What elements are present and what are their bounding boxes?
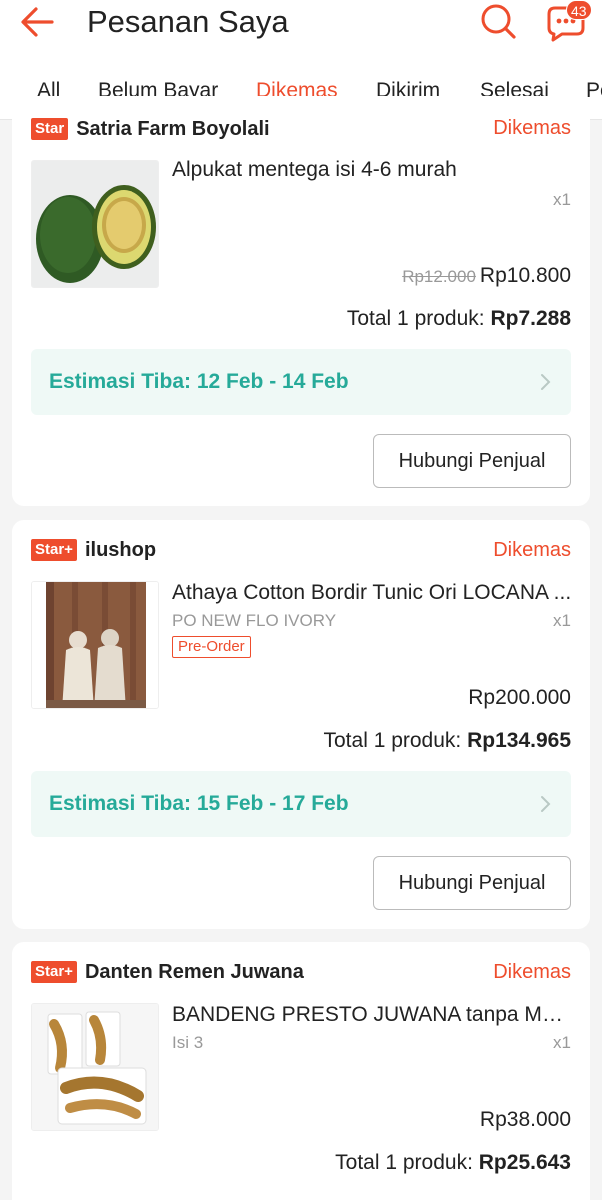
shop-row[interactable]: Star+ Danten Remen Juwana	[31, 959, 304, 985]
pre-order-tag: Pre-Order	[172, 636, 251, 658]
total-label: Total 1 produk:	[335, 1151, 479, 1174]
search-icon	[481, 4, 516, 39]
product-image[interactable]	[31, 160, 159, 288]
product-variant: Isi 3	[172, 1033, 204, 1052]
order-total: Total 1 produk: Rp25.643	[335, 1151, 571, 1175]
order-card[interactable]: Star Satria Farm Boyolali Dikemas Alpuka…	[12, 96, 590, 506]
tunic-image	[32, 582, 158, 708]
product-name: Athaya Cotton Bordir Tunic Ori LOCANA ..…	[172, 581, 572, 604]
product-price: Rp10.800	[479, 264, 571, 287]
product-qty: x1	[553, 1033, 571, 1052]
contact-seller-button[interactable]: Hubungi Penjual	[373, 434, 571, 488]
product-price: Rp38.000	[479, 1108, 571, 1131]
order-card[interactable]: Star+ Danten Remen Juwana Dikemas BANDEN…	[12, 942, 590, 1200]
order-card[interactable]: Star+ ilushop Dikemas Athaya Cotton Bord…	[12, 520, 590, 929]
shop-name: Satria Farm Boyolali	[76, 117, 270, 140]
estimated-arrival[interactable]: Estimasi Tiba: 12 Feb - 14 Feb	[31, 349, 571, 415]
total-value: Rp134.965	[467, 729, 571, 752]
product-name: Alpukat mentega isi 4-6 murah	[172, 158, 457, 181]
price-row: Rp12.000 Rp10.800	[402, 264, 571, 288]
shop-name: Danten Remen Juwana	[84, 960, 304, 983]
star-plus-badge: Star+	[31, 961, 77, 983]
total-label: Total 1 produk:	[346, 307, 491, 330]
contact-seller-button[interactable]: Hubungi Penjual	[373, 856, 571, 910]
star-plus-badge: Star+	[31, 539, 77, 561]
shop-row[interactable]: Star Satria Farm Boyolali	[31, 116, 270, 142]
order-total: Total 1 produk: Rp134.965	[324, 729, 572, 753]
product-image[interactable]	[31, 581, 159, 709]
product-name: BANDENG PRESTO JUWANA tanpa MS...	[172, 1003, 572, 1026]
product-variant: PO NEW FLO IVORY	[172, 611, 337, 630]
shop-name: ilushop	[84, 538, 157, 561]
chat-unread-badge: 43	[566, 0, 592, 20]
bandeng-image	[32, 1004, 158, 1130]
estimated-arrival[interactable]: Estimasi Tiba: 15 Feb - 17 Feb	[31, 771, 571, 837]
order-status: Dikemas	[493, 117, 571, 139]
order-status: Dikemas	[493, 961, 571, 983]
total-label: Total 1 produk:	[323, 729, 468, 752]
chevron-right-icon	[541, 374, 551, 390]
page-title: Pesanan Saya	[87, 4, 289, 39]
total-value: Rp25.643	[478, 1151, 571, 1174]
app-header: Pesanan Saya 43	[0, 0, 602, 64]
total-value: Rp7.288	[490, 307, 571, 330]
product-qty: x1	[553, 611, 571, 630]
avocado-image	[32, 161, 158, 287]
order-total: Total 1 produk: Rp7.288	[347, 307, 571, 331]
eta-text: Estimasi Tiba: 15 Feb - 17 Feb	[49, 792, 349, 815]
order-status: Dikemas	[493, 539, 571, 561]
chevron-right-icon	[541, 796, 551, 812]
star-badge: Star	[31, 118, 69, 140]
original-price: Rp12.000	[402, 267, 476, 286]
search-button[interactable]	[478, 2, 518, 42]
product-price: Rp200.000	[468, 686, 571, 709]
shop-row[interactable]: Star+ ilushop	[31, 537, 156, 563]
arrow-left-icon	[21, 7, 54, 37]
eta-text: Estimasi Tiba: 12 Feb - 14 Feb	[49, 370, 349, 393]
product-qty: x1	[553, 190, 571, 209]
product-image[interactable]	[31, 1003, 159, 1131]
back-button[interactable]	[18, 2, 58, 42]
